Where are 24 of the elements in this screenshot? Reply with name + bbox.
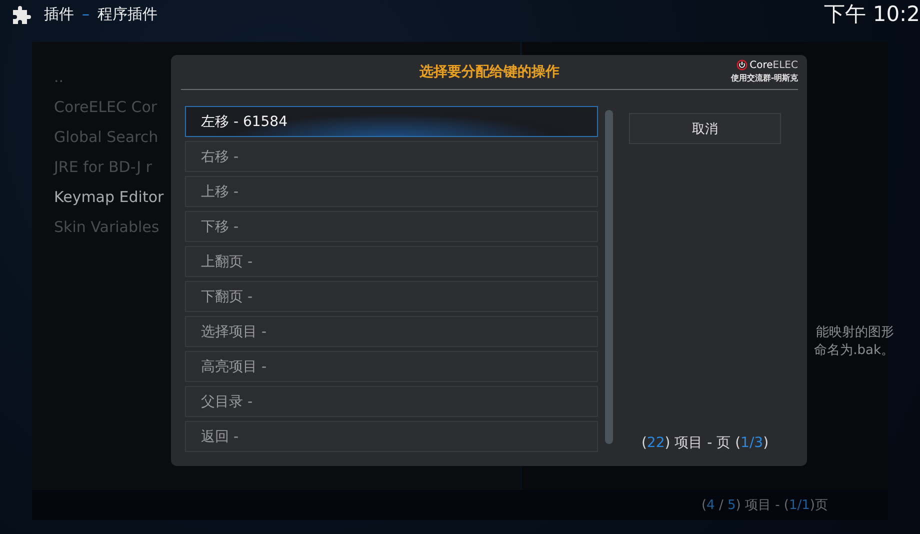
- cancel-button[interactable]: 取消: [629, 113, 781, 144]
- action-item[interactable]: 选择项目 -: [185, 316, 598, 347]
- action-item[interactable]: 左移 - 61584: [185, 106, 598, 137]
- logo-text: CoreELEC: [750, 60, 798, 70]
- breadcrumb-subsection: 程序插件: [98, 4, 158, 24]
- power-icon: [736, 59, 748, 71]
- action-item[interactable]: 返回 -: [185, 421, 598, 452]
- action-item[interactable]: 下翻页 -: [185, 281, 598, 312]
- dialog-title: 选择要分配给键的操作: [420, 63, 560, 81]
- action-item[interactable]: 上移 -: [185, 176, 598, 207]
- action-item[interactable]: 下移 -: [185, 211, 598, 242]
- description-line: 命名为.bak。: [814, 342, 894, 360]
- action-item[interactable]: 上翻页 -: [185, 246, 598, 277]
- clock: 下午 10:2: [824, 1, 920, 28]
- breadcrumb-section: 插件: [44, 4, 74, 24]
- breadcrumb-separator: –: [81, 5, 90, 23]
- scrollbar[interactable]: [605, 110, 613, 444]
- description-line: 能映射的图形: [816, 324, 894, 342]
- dialog-pager-text: (22) 项目 - 页 (1/3): [641, 434, 769, 452]
- logo-caption: 使用交流群-明斯克: [730, 72, 798, 84]
- action-item[interactable]: 高亮项目 -: [185, 351, 598, 382]
- action-item[interactable]: 父目录 -: [185, 386, 598, 417]
- list-pager-text: (4 / 5) 项目 - (1/1)页: [701, 497, 828, 514]
- action-item[interactable]: 右移 -: [185, 141, 598, 172]
